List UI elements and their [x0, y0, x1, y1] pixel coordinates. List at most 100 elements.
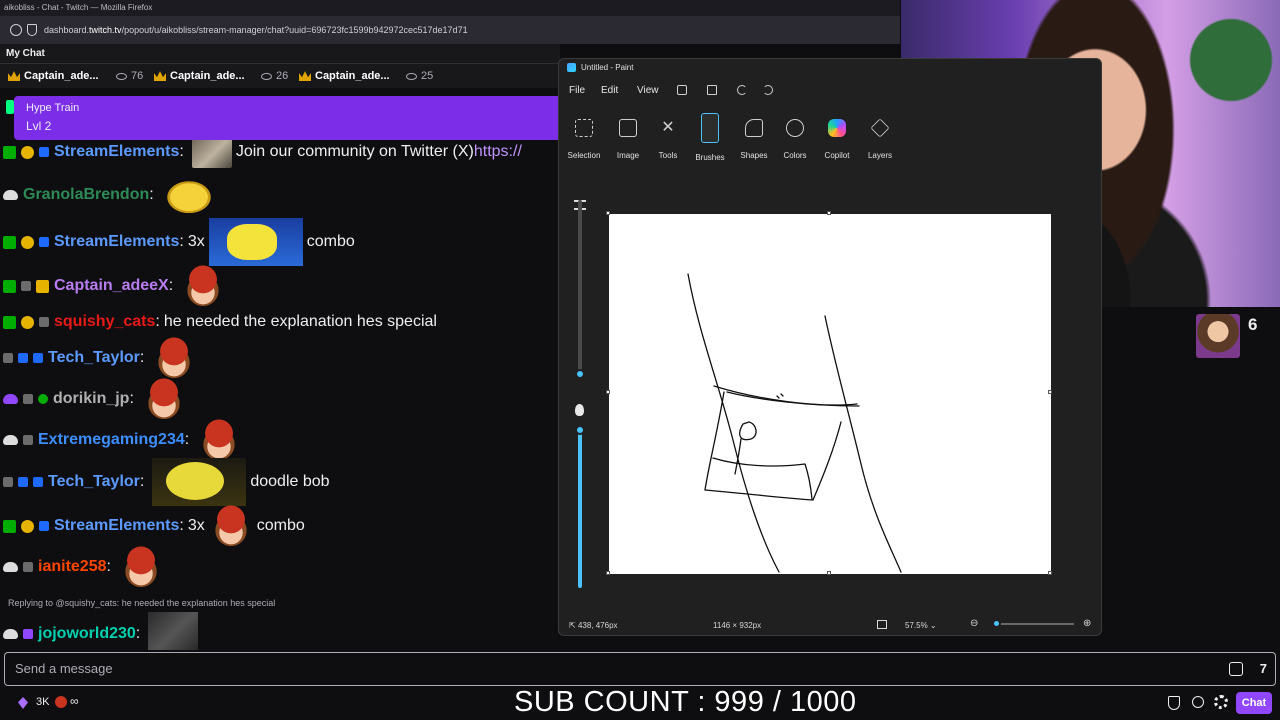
- emote: [118, 545, 163, 589]
- resize-handle[interactable]: [827, 211, 831, 215]
- brush-size-slider[interactable]: [578, 200, 582, 376]
- redo-icon[interactable]: [763, 85, 773, 95]
- chat-button[interactable]: Chat: [1236, 692, 1272, 714]
- seven-tv-icon[interactable]: 7: [1260, 661, 1267, 676]
- chat-username[interactable]: StreamElements: [54, 233, 179, 251]
- mod-shield-icon[interactable]: [1168, 696, 1180, 710]
- canvas-size: 1146 × 932px: [713, 621, 762, 630]
- mute-badge-icon: [23, 394, 33, 404]
- alien-badge-icon: [38, 394, 48, 404]
- emote: [148, 612, 199, 650]
- resize-handle[interactable]: [1048, 390, 1052, 394]
- message-text: he needed the explanation hes special: [163, 313, 437, 330]
- zoom-in-icon[interactable]: ⊕: [1083, 618, 1091, 629]
- eye-icon: [406, 72, 417, 80]
- viewer-count-3: 25: [406, 64, 433, 88]
- hype-train-banner[interactable]: Hype Train Lvl 2: [14, 96, 560, 140]
- gear-icon[interactable]: [1214, 695, 1228, 709]
- chat-username[interactable]: StreamElements: [54, 517, 179, 535]
- chat-username[interactable]: jojoworld230: [38, 625, 136, 643]
- info-icon[interactable]: [10, 24, 22, 36]
- chat-username[interactable]: Captain_adeeX: [54, 277, 169, 295]
- drawing-canvas[interactable]: [606, 211, 1052, 575]
- copilot-icon: [828, 119, 846, 137]
- send-placeholder: Send a message: [15, 661, 113, 676]
- tool-colors[interactable]: Colors: [773, 119, 817, 160]
- sub-count-overlay: SUB COUNT : 999 / 1000: [514, 686, 857, 718]
- zoom-slider[interactable]: [994, 623, 1074, 625]
- opacity-handle[interactable]: [575, 425, 585, 435]
- undo-icon[interactable]: [737, 85, 747, 95]
- chat-username[interactable]: squishy_cats: [54, 313, 155, 331]
- tool-copilot[interactable]: Copilot: [815, 119, 859, 160]
- emote: [152, 336, 197, 380]
- tracking-shield-icon[interactable]: [27, 24, 37, 36]
- chat-username[interactable]: Extremegaming234: [38, 431, 185, 449]
- community-icon[interactable]: [1192, 696, 1204, 708]
- zoom-level[interactable]: 57.5% ⌄: [905, 621, 937, 630]
- top-viewer-1[interactable]: Captain_ade...: [8, 64, 99, 88]
- message-text: Join our community on Twitter (X): [235, 143, 474, 160]
- menu-file[interactable]: File: [569, 85, 585, 96]
- bot-badge-icon: [39, 237, 49, 247]
- message-text: doodle bob: [250, 473, 330, 490]
- infinity-label: ∞: [70, 694, 79, 708]
- viewer-avatar: [1196, 314, 1240, 358]
- zoom-out-icon[interactable]: ⊖: [970, 618, 978, 629]
- sub-badge-icon: [23, 629, 33, 639]
- opacity-slider[interactable]: [578, 428, 582, 588]
- tool-selection[interactable]: Selection: [562, 119, 606, 160]
- shapes-icon: [745, 119, 763, 137]
- brush-icon: [701, 113, 719, 143]
- chat-username[interactable]: GranolaBrendon: [23, 186, 149, 204]
- emote: [208, 504, 253, 548]
- tool-shapes[interactable]: Shapes: [732, 119, 776, 160]
- check-badge-icon: [18, 353, 28, 363]
- resize-handle[interactable]: [606, 390, 610, 394]
- verified-badge-icon: [3, 235, 16, 249]
- save-icon[interactable]: [677, 85, 687, 95]
- emote-picker-icon[interactable]: [1229, 662, 1243, 676]
- emote: [161, 173, 222, 217]
- url-bar[interactable]: dashboard.twitch.tv/popout/u/aikobliss/s…: [0, 16, 900, 44]
- image-icon: [619, 119, 637, 137]
- message-text: combo: [256, 517, 305, 534]
- menu-view[interactable]: View: [637, 85, 659, 96]
- brush-size-handle[interactable]: [575, 369, 585, 379]
- chat-username[interactable]: Tech_Taylor: [48, 349, 140, 367]
- menu-edit[interactable]: Edit: [601, 85, 618, 96]
- resize-handle[interactable]: [606, 211, 610, 215]
- fit-icon[interactable]: [877, 620, 887, 629]
- top-viewer-3[interactable]: Captain_ade...: [299, 64, 390, 88]
- zoom-handle[interactable]: [992, 619, 1001, 628]
- share-icon[interactable]: [707, 85, 717, 95]
- cursor-position: ⇱ 438, 476px: [569, 621, 618, 630]
- verified-badge-icon: [3, 315, 16, 329]
- message-link[interactable]: https://: [474, 143, 522, 161]
- resize-handle[interactable]: [827, 571, 831, 575]
- mute-badge-icon: [39, 317, 49, 327]
- bot-badge-icon: [33, 353, 43, 363]
- tool-tools[interactable]: ✕ Tools: [646, 119, 690, 160]
- tool-image[interactable]: Image: [606, 119, 650, 160]
- url-text[interactable]: dashboard.twitch.tv/popout/u/aikobliss/s…: [44, 16, 468, 44]
- eye-icon: [116, 72, 127, 80]
- channel-points-icon[interactable]: [55, 696, 67, 708]
- emote: [191, 140, 232, 168]
- chat-message-list[interactable]: StreamElements: Join our community on Tw…: [0, 140, 560, 650]
- chat-message: StreamElements: 3x combo: [0, 504, 560, 548]
- chat-username[interactable]: Tech_Taylor: [48, 473, 140, 491]
- chat-message: ianite258:: [0, 545, 560, 589]
- chat-username[interactable]: dorikin_jp: [53, 390, 129, 408]
- tool-layers[interactable]: Layers: [858, 118, 902, 160]
- tool-brushes[interactable]: Brushes: [688, 113, 732, 162]
- top-viewer-2[interactable]: Captain_ade...: [154, 64, 245, 88]
- chat-username[interactable]: ianite258: [38, 558, 106, 576]
- chat-username[interactable]: StreamElements: [54, 143, 179, 161]
- resize-handle[interactable]: [1048, 571, 1052, 575]
- verified-badge-icon: [3, 519, 16, 533]
- pencil-icon: ✕: [661, 119, 675, 136]
- resize-handle[interactable]: [606, 571, 610, 575]
- send-message-input[interactable]: Send a message 7: [4, 652, 1276, 686]
- chat-message: GranolaBrendon:: [0, 173, 560, 217]
